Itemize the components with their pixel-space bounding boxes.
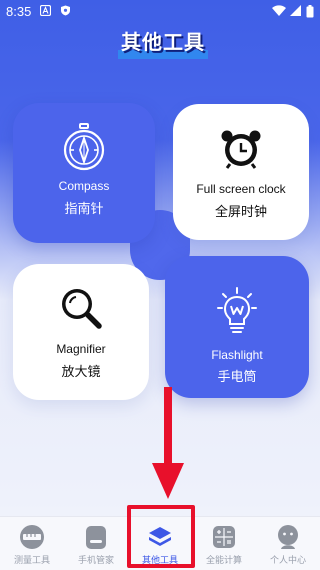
- compass-label-zh: 指南针: [64, 202, 104, 217]
- annotation-highlight-box: [127, 505, 195, 568]
- status-right-icons: [272, 5, 314, 19]
- nav-label-measure-tools: 测量工具: [13, 556, 50, 566]
- full-screen-clock-card[interactable]: Full screen clock 全屏时钟: [173, 104, 309, 240]
- measure-tools-icon: [20, 525, 44, 549]
- nav-item-measure-tools[interactable]: 测量工具: [0, 517, 64, 570]
- status-time: 8:35: [6, 4, 32, 19]
- status-bar: 8:35: [0, 0, 320, 24]
- magnifier-card[interactable]: Magnifier 放大镜: [13, 264, 149, 400]
- alarm-clock-icon: [221, 130, 261, 169]
- magnifier-label-zh: 放大镜: [61, 365, 101, 380]
- lightbulb-icon: [217, 287, 257, 333]
- magnifier-label-en: Magnifier: [56, 342, 106, 356]
- nav-item-calculator[interactable]: 全能计算: [192, 517, 256, 570]
- compass-card[interactable]: Compass 指南针: [13, 103, 155, 243]
- a-badge-icon: [40, 5, 51, 16]
- signal-icon: [290, 5, 302, 16]
- compass-icon: [63, 123, 105, 171]
- nav-item-phone-manager[interactable]: 手机管家: [64, 517, 128, 570]
- annotation-arrow-icon: [152, 387, 184, 499]
- shield-icon: [61, 5, 70, 16]
- clock-label-zh: 全屏时钟: [214, 205, 267, 220]
- profile-icon: [278, 525, 298, 549]
- page-title: 其他工具: [121, 30, 205, 54]
- nav-item-profile[interactable]: 个人中心: [256, 517, 320, 570]
- clock-label-en: Full screen clock: [196, 182, 286, 196]
- flashlight-label-zh: 手电筒: [217, 370, 257, 385]
- magnifier-icon: [62, 289, 102, 329]
- nav-label-phone-manager: 手机管家: [77, 556, 114, 566]
- flashlight-label-en: Flashlight: [211, 348, 263, 362]
- nav-label-profile: 个人中心: [269, 556, 306, 566]
- compass-label-en: Compass: [58, 179, 110, 193]
- calculator-icon: [213, 526, 235, 548]
- nav-label-calculator: 全能计算: [205, 556, 242, 566]
- phone-manager-icon: [86, 526, 106, 549]
- wifi-icon: [272, 5, 287, 16]
- flashlight-card[interactable]: Flashlight 手电筒: [165, 256, 309, 398]
- battery-icon: [306, 5, 314, 18]
